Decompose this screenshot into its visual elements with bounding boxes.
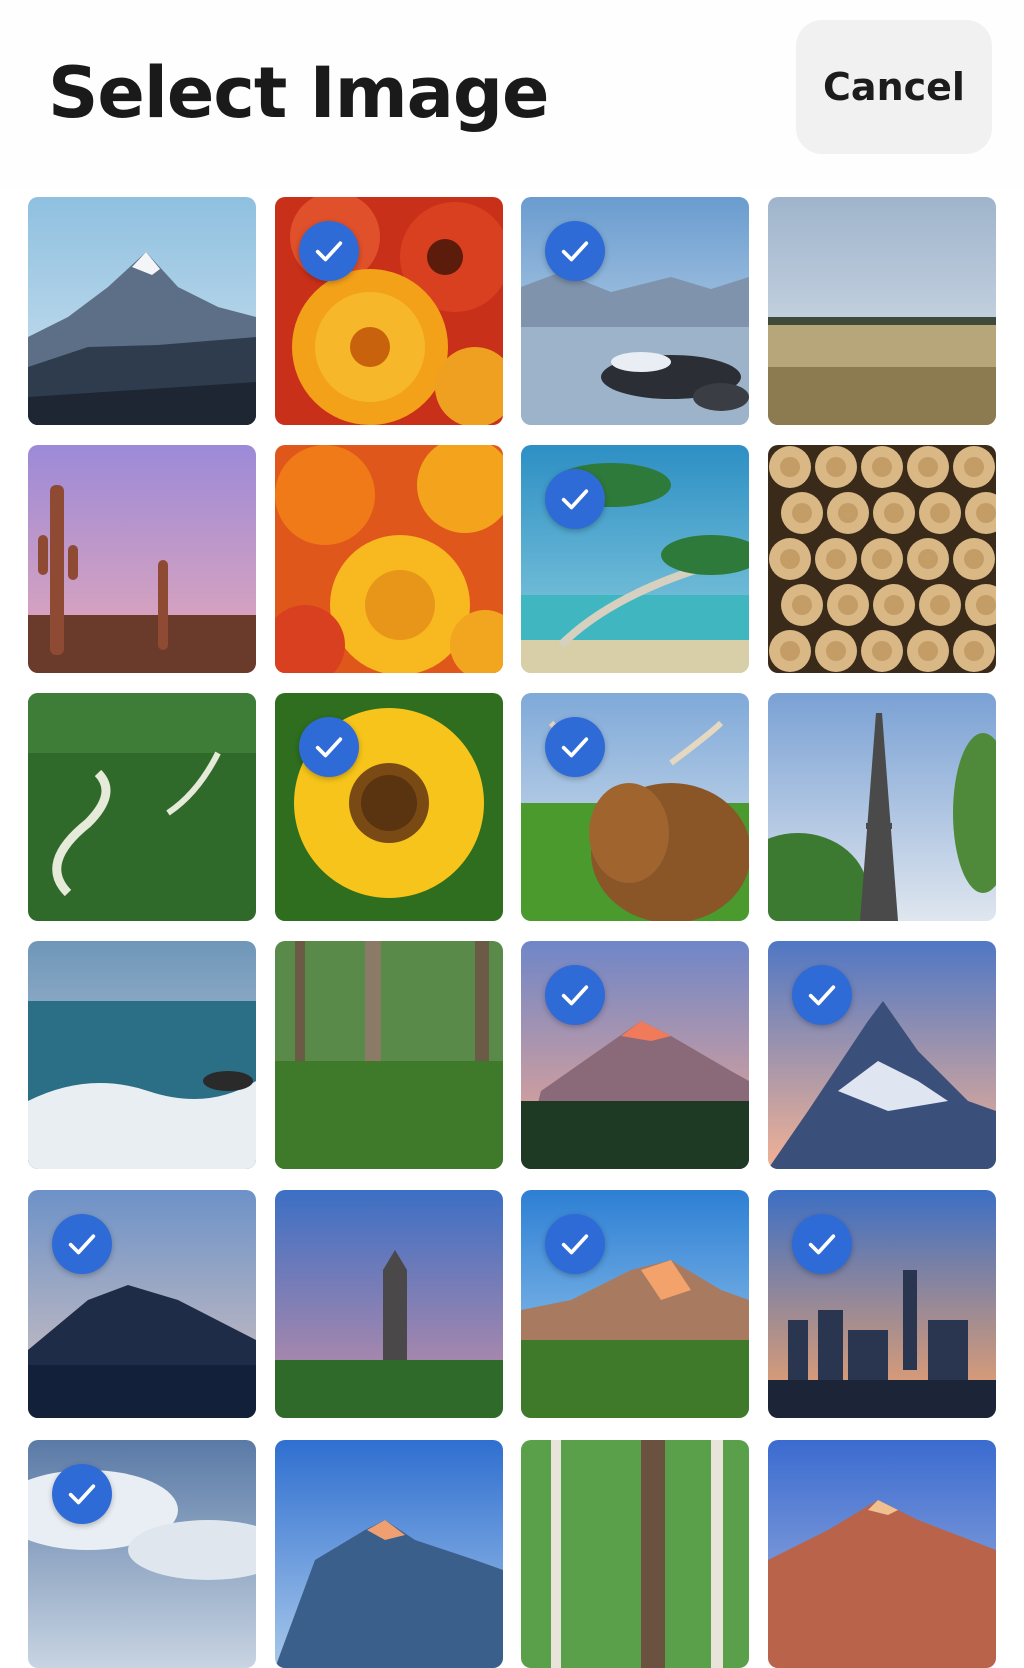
image-thumbnail-snowy-mountain[interactable] [28,197,256,425]
image-thumbnail-city-skyline-sunset[interactable] [768,1190,996,1418]
image-thumbnail-sunset-mountain[interactable] [521,941,749,1169]
checkmark-icon[interactable] [545,717,605,777]
image-thumbnail-blue-mountain[interactable] [275,1440,503,1668]
header-bar: Select Image Cancel [0,0,1024,190]
image-thumbnail-alpenglow-peak[interactable] [768,1440,996,1668]
green-valley-road-image [28,693,256,921]
image-thumbnail-stacked-logs[interactable] [768,445,996,673]
checkmark-icon[interactable] [52,1214,112,1274]
image-thumbnail-highland-cow[interactable] [521,693,749,921]
checkmark-icon[interactable] [545,221,605,281]
image-thumbnail-sunlit-mountains[interactable] [521,1190,749,1418]
image-thumbnail-eiffel-tower[interactable] [768,693,996,921]
image-thumbnail-grass-field[interactable] [768,197,996,425]
ocean-waves-image [28,941,256,1169]
image-thumbnail-forest[interactable] [275,941,503,1169]
image-thumbnail-misty-lake-rocks[interactable] [521,197,749,425]
image-thumbnail-dark-volcano[interactable] [28,1190,256,1418]
cancel-button[interactable]: Cancel [796,20,992,154]
orange-roses-image [275,445,503,673]
image-thumbnail-green-valley-road[interactable] [28,693,256,921]
image-thumbnail-desert-cactus[interactable] [28,445,256,673]
image-thumbnail-ocean-waves[interactable] [28,941,256,1169]
birch-forest-image [521,1440,749,1668]
checkmark-icon[interactable] [792,1214,852,1274]
image-thumbnail-palm-tree-beach[interactable] [521,445,749,673]
checkmark-icon[interactable] [299,221,359,281]
checkmark-icon[interactable] [52,1464,112,1524]
snowy-mountain-image [28,197,256,425]
castle-tower-sunset-image [275,1190,503,1418]
checkmark-icon[interactable] [299,717,359,777]
grass-field-image [768,197,996,425]
image-thumbnail-matterhorn-peak[interactable] [768,941,996,1169]
image-thumbnail-orange-roses[interactable] [275,445,503,673]
eiffel-tower-image [768,693,996,921]
blue-mountain-image [275,1440,503,1668]
page-title: Select Image [48,52,549,134]
checkmark-icon[interactable] [792,965,852,1025]
image-thumbnail-castle-tower-sunset[interactable] [275,1190,503,1418]
stacked-logs-image [768,445,996,673]
image-thumbnail-yellow-sunflower[interactable] [275,693,503,921]
forest-image [275,941,503,1169]
alpenglow-peak-image [768,1440,996,1668]
checkmark-icon[interactable] [545,469,605,529]
image-thumbnail-clouds[interactable] [28,1440,256,1668]
checkmark-icon[interactable] [545,1214,605,1274]
desert-cactus-image [28,445,256,673]
image-thumbnail-birch-forest[interactable] [521,1440,749,1668]
image-thumbnail-red-orange-flowers[interactable] [275,197,503,425]
checkmark-icon[interactable] [545,965,605,1025]
